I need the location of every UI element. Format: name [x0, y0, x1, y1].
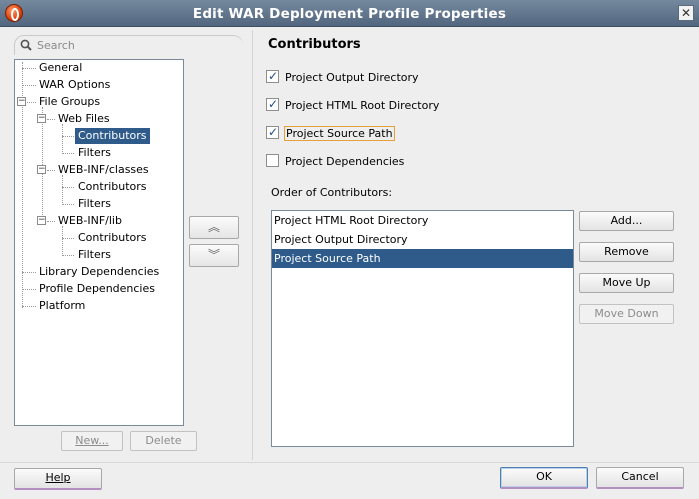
tree-connector	[22, 306, 36, 307]
order-label: Order of Contributors:	[271, 186, 393, 199]
list-item[interactable]: Project Source Path	[272, 249, 573, 268]
ok-button[interactable]: OK	[500, 467, 588, 489]
tree-connector	[22, 272, 36, 273]
list-item[interactable]: Project Output Directory	[272, 230, 573, 249]
checkbox-project-source-path[interactable]: Project Source Path	[266, 123, 395, 143]
checkbox-checked-icon[interactable]	[266, 95, 279, 113]
tree-item-web-inf-classes[interactable]: WEB-INF/classes	[55, 162, 152, 178]
navigation-tree[interactable]: − − − − General WAR Options File Groups …	[14, 59, 184, 426]
tree-item-general[interactable]: General	[36, 60, 85, 76]
checkbox-project-dependencies[interactable]: Project Dependencies	[266, 153, 405, 171]
section-title: Contributors	[268, 37, 361, 52]
tree-item-web-files-contributors[interactable]: Contributors	[75, 128, 150, 144]
checkbox-label: Project HTML Root Directory	[285, 99, 440, 112]
order-of-contributors-list[interactable]: Project HTML Root Directory Project Outp…	[271, 210, 574, 447]
checkbox-unchecked-icon[interactable]	[266, 154, 279, 167]
search-input[interactable]	[37, 38, 237, 53]
tree-connector	[62, 204, 74, 205]
help-button[interactable]: Help	[14, 468, 102, 490]
tree-connector	[62, 124, 63, 154]
tree-item-war-options[interactable]: WAR Options	[36, 77, 113, 93]
tree-connector	[22, 68, 36, 69]
tree-item-web-files[interactable]: Web Files	[55, 111, 113, 127]
window-title: Edit WAR Deployment Profile Properties	[192, 6, 507, 22]
close-icon[interactable]: ✕	[678, 5, 694, 21]
tree-item-lib-filters[interactable]: Filters	[75, 247, 114, 263]
checkbox-label: Project Source Path	[284, 126, 395, 141]
delete-button[interactable]: Delete	[130, 431, 197, 451]
footer-divider	[0, 462, 699, 463]
add-button[interactable]: Add...	[579, 211, 674, 231]
checkbox-checked-icon[interactable]	[266, 123, 279, 141]
tree-connector	[22, 85, 36, 86]
tree-connector	[22, 289, 36, 290]
tree-connector	[47, 170, 55, 171]
checkbox-project-html-root-directory[interactable]: Project HTML Root Directory	[266, 95, 440, 115]
tree-connector	[27, 102, 36, 103]
tree-item-profile-dependencies[interactable]: Profile Dependencies	[36, 281, 158, 297]
move-up-arrow-icon[interactable]: ︽	[189, 216, 239, 239]
checkbox-label: Project Dependencies	[285, 155, 405, 168]
tree-connector	[62, 226, 63, 256]
collapse-icon[interactable]: −	[17, 97, 26, 106]
new-button-label: New...	[75, 434, 109, 447]
move-down-arrow-icon[interactable]: ︾	[189, 244, 239, 267]
tree-connector	[47, 119, 55, 120]
panel-divider	[252, 30, 253, 460]
move-up-button[interactable]: Move Up	[579, 273, 674, 293]
tree-item-classes-contributors[interactable]: Contributors	[75, 179, 150, 195]
tree-item-web-inf-lib[interactable]: WEB-INF/lib	[55, 213, 125, 229]
tree-item-lib-contributors[interactable]: Contributors	[75, 230, 150, 246]
tree-connector	[62, 187, 74, 188]
tree-connector	[47, 221, 55, 222]
search-box[interactable]	[14, 35, 243, 55]
tree-connector	[62, 136, 74, 137]
move-down-button[interactable]: Move Down	[579, 304, 674, 324]
tree-item-library-dependencies[interactable]: Library Dependencies	[36, 264, 162, 280]
collapse-icon[interactable]: −	[37, 165, 46, 174]
checkbox-checked-icon[interactable]	[266, 67, 279, 85]
collapse-icon[interactable]: −	[37, 114, 46, 123]
search-icon	[20, 39, 32, 51]
remove-button[interactable]: Remove	[579, 242, 674, 262]
tree-connector	[62, 255, 74, 256]
tree-connector	[62, 238, 74, 239]
new-button[interactable]: New...	[61, 431, 123, 451]
tree-item-web-files-filters[interactable]: Filters	[75, 145, 114, 161]
checkbox-label: Project Output Directory	[285, 71, 419, 84]
tree-item-platform[interactable]: Platform	[36, 298, 88, 314]
title-bar: Edit WAR Deployment Profile Properties ✕	[0, 0, 699, 27]
tree-connector	[62, 175, 63, 205]
cancel-button[interactable]: Cancel	[596, 467, 684, 489]
tree-item-classes-filters[interactable]: Filters	[75, 196, 114, 212]
help-button-label: Help	[45, 471, 71, 484]
collapse-icon[interactable]: −	[37, 216, 46, 225]
checkbox-project-output-directory[interactable]: Project Output Directory	[266, 67, 420, 87]
tree-connector	[62, 153, 74, 154]
tree-item-file-groups[interactable]: File Groups	[36, 94, 103, 110]
list-item[interactable]: Project HTML Root Directory	[272, 211, 573, 230]
